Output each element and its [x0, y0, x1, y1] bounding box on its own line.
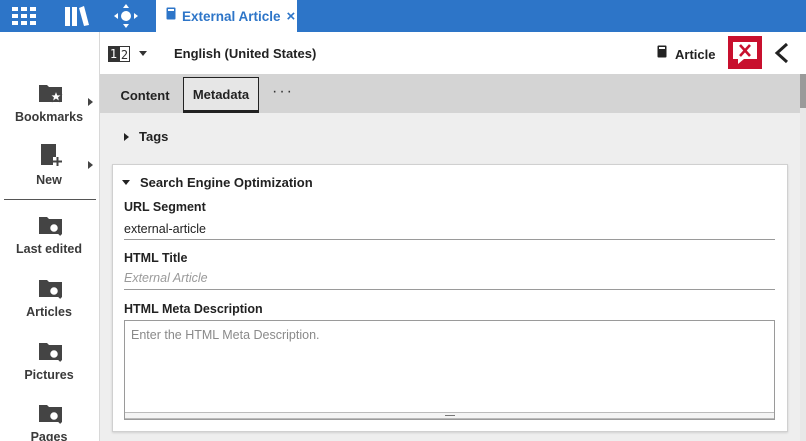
html-title-label: HTML Title	[124, 251, 188, 265]
document-type-label: Article	[675, 46, 716, 62]
tags-section-title: Tags	[139, 129, 169, 144]
article-icon	[657, 45, 667, 63]
tab-content[interactable]: Content	[112, 78, 178, 113]
close-tab-icon[interactable]: ×	[287, 8, 296, 25]
sidebar-item-label: Bookmarks	[14, 110, 84, 124]
collapse-icon	[122, 180, 130, 185]
url-segment-input[interactable]	[124, 218, 775, 240]
apps-grid-icon[interactable]	[10, 0, 38, 32]
scrollbar-track[interactable]	[800, 74, 806, 441]
meta-description-label: HTML Meta Description	[124, 302, 263, 316]
library-icon[interactable]	[62, 0, 90, 32]
submenu-caret-icon	[88, 98, 93, 106]
lang-icon-left: 1	[108, 45, 119, 62]
search-folder-icon	[39, 343, 62, 362]
bookmarks-folder-icon	[39, 85, 63, 103]
language-label: English (United States)	[174, 46, 317, 61]
search-folder-icon	[39, 217, 62, 236]
tab-external-article[interactable]: External Article ×	[156, 0, 297, 32]
submenu-caret-icon	[88, 161, 93, 169]
sidebar-item-label: Last edited	[16, 242, 82, 256]
sidebar-divider	[4, 199, 96, 200]
move-arrows-icon[interactable]	[112, 0, 140, 32]
resize-grip-icon	[445, 415, 455, 416]
language-dropdown-icon[interactable]	[139, 51, 147, 56]
sidebar-item-label: New	[36, 173, 62, 187]
document-type: Article	[657, 45, 715, 63]
sidebar-item-pictures[interactable]: Pictures	[0, 338, 100, 398]
more-tabs-icon[interactable]: ···	[272, 83, 294, 101]
sidebar-item-label: Pages	[30, 430, 68, 441]
sidebar-item-articles[interactable]: Articles	[0, 275, 100, 335]
scrollbar-thumb[interactable]	[800, 74, 806, 108]
textarea-resize-handle[interactable]	[125, 412, 774, 419]
lang-icon-right: 2	[119, 45, 130, 62]
sidebar-item-label: Articles	[26, 305, 72, 319]
new-document-icon	[41, 144, 62, 166]
seo-section-title: Search Engine Optimization	[140, 175, 313, 190]
search-folder-icon	[39, 405, 62, 424]
sidebar-item-pages[interactable]: Pages	[0, 400, 100, 441]
sidebar: Bookmarks New Last edited Articles Pictu…	[0, 32, 100, 441]
seo-section-toggle[interactable]: Search Engine Optimization	[122, 175, 313, 190]
sidebar-item-last-edited[interactable]: Last edited	[0, 212, 100, 272]
html-title-input[interactable]: External Article	[124, 268, 775, 290]
sidebar-item-new[interactable]: New	[0, 143, 100, 203]
sidebar-item-label: Pictures	[24, 368, 74, 382]
top-bar: External Article ×	[0, 0, 806, 32]
document-header: 12 English (United States) Article	[100, 32, 806, 74]
search-folder-icon	[39, 280, 62, 299]
article-icon	[166, 7, 176, 25]
chevron-left-icon[interactable]	[772, 42, 792, 64]
meta-description-textarea[interactable]	[124, 320, 775, 420]
tags-section-toggle[interactable]: Tags	[124, 129, 168, 144]
sidebar-item-bookmarks[interactable]: Bookmarks	[0, 80, 100, 140]
tab-metadata[interactable]: Metadata	[183, 77, 259, 113]
url-segment-label: URL Segment	[124, 200, 206, 214]
close-x-icon[interactable]	[728, 36, 762, 69]
tab-title: External Article	[182, 8, 281, 24]
language-selector-icon[interactable]: 12	[108, 45, 130, 62]
tab-bar: Content Metadata ···	[100, 74, 800, 113]
expand-icon	[124, 132, 129, 141]
metadata-panel: Tags Search Engine Optimization URL Segm…	[100, 113, 800, 441]
seo-section: Search Engine Optimization URL Segment H…	[112, 164, 788, 432]
